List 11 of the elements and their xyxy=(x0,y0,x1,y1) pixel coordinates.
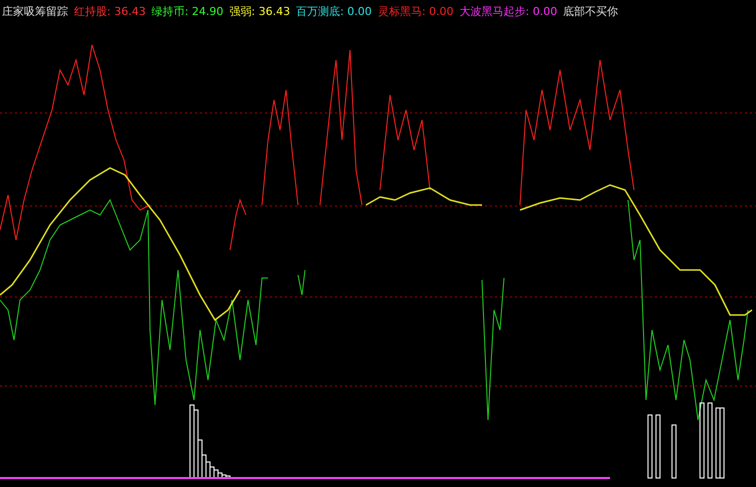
legend-label: 灵标黑马: 0.00 xyxy=(378,4,454,18)
volume-bar xyxy=(656,414,660,478)
volume-bar xyxy=(648,414,652,478)
legend-label: 百万测底: 0.00 xyxy=(296,4,372,18)
indicator-title: 庄家吸筹留踪 xyxy=(2,4,68,18)
legend-label: 红持股: 36.43 xyxy=(74,4,146,18)
legend-label: 大波黑马起步: 0.00 xyxy=(460,4,558,18)
legend-label: 绿持币: 24.90 xyxy=(152,4,224,18)
legend-label: 底部不买你 xyxy=(563,4,618,18)
legend-label: 强弱: 36.43 xyxy=(229,4,290,18)
volume-bar xyxy=(672,424,676,478)
